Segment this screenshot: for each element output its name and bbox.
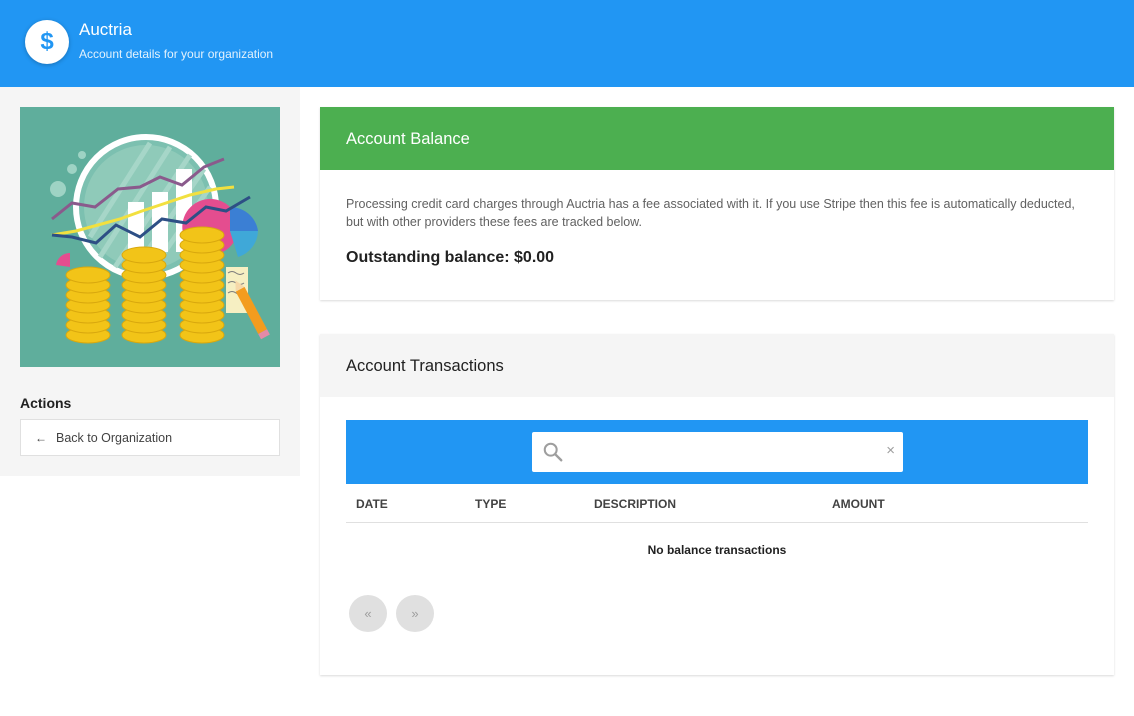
- back-button-label: Back to Organization: [56, 430, 173, 445]
- account-balance-card: Account Balance Processing credit card c…: [320, 107, 1114, 300]
- column-header-type[interactable]: TYPE: [475, 497, 506, 511]
- column-header-date[interactable]: DATE: [356, 497, 388, 511]
- search-icon: [543, 442, 563, 462]
- arrow-left-icon: ←: [35, 430, 47, 445]
- account-transactions-title: Account Transactions: [320, 334, 1114, 397]
- search-bar: ×: [346, 420, 1088, 484]
- column-header-description[interactable]: DESCRIPTION: [594, 497, 676, 511]
- page-subtitle: Account details for your organization: [79, 47, 274, 61]
- finance-illustration: [20, 107, 280, 367]
- dollar-icon: $: [25, 20, 69, 64]
- outstanding-balance: Outstanding balance: $0.00: [346, 249, 555, 266]
- pagination: « »: [349, 595, 434, 632]
- clear-search-icon[interactable]: ×: [886, 442, 895, 459]
- app-header: $ Auctria Account details for your organ…: [0, 0, 1134, 87]
- sidebar: Actions ← Back to Organization: [0, 87, 300, 476]
- search-input[interactable]: [572, 438, 872, 466]
- empty-table-message: No balance transactions: [647, 543, 787, 557]
- table-header: DATE TYPE DESCRIPTION AMOUNT: [346, 484, 1088, 523]
- account-transactions-card: Account Transactions × DATE TYPE DESCRIP…: [320, 334, 1114, 675]
- previous-page-button[interactable]: «: [349, 595, 387, 632]
- balance-description: Processing credit card charges through A…: [346, 197, 1075, 229]
- search-box: ×: [532, 432, 903, 472]
- transactions-table: DATE TYPE DESCRIPTION AMOUNT No balance …: [346, 484, 1088, 575]
- column-header-amount[interactable]: AMOUNT: [832, 497, 885, 511]
- back-to-organization-button[interactable]: ← Back to Organization: [20, 419, 280, 456]
- next-page-button[interactable]: »: [396, 595, 434, 632]
- page-title: Auctria: [79, 20, 132, 39]
- actions-heading: Actions: [20, 395, 72, 411]
- account-balance-title: Account Balance: [320, 107, 1114, 170]
